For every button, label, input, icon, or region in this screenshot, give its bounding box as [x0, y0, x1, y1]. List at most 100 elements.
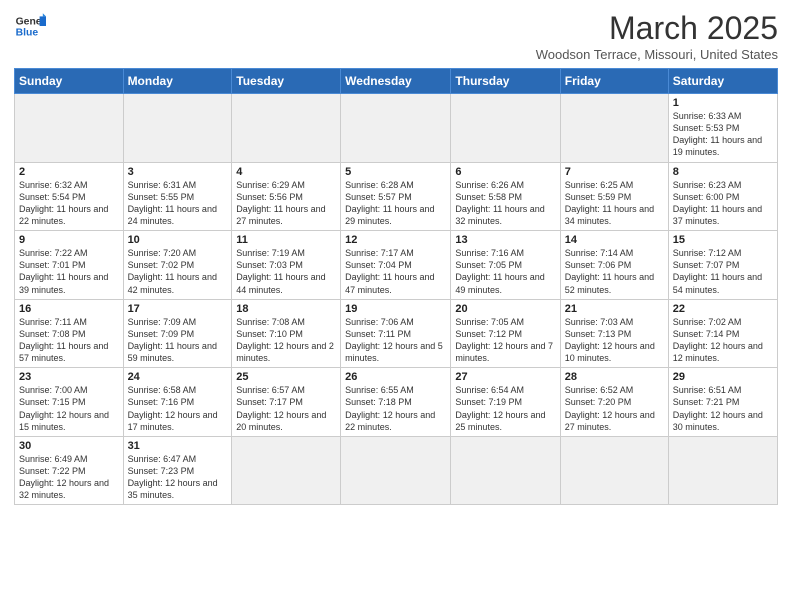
day-info: Sunrise: 6:49 AM Sunset: 7:22 PM Dayligh…	[19, 453, 119, 502]
day-info: Sunrise: 6:54 AM Sunset: 7:19 PM Dayligh…	[455, 384, 555, 433]
calendar-week-4: 16Sunrise: 7:11 AM Sunset: 7:08 PM Dayli…	[15, 299, 778, 368]
calendar-cell: 9Sunrise: 7:22 AM Sunset: 7:01 PM Daylig…	[15, 231, 124, 300]
calendar-cell	[232, 436, 341, 505]
calendar-cell: 25Sunrise: 6:57 AM Sunset: 7:17 PM Dayli…	[232, 368, 341, 437]
calendar-cell	[341, 436, 451, 505]
day-info: Sunrise: 6:31 AM Sunset: 5:55 PM Dayligh…	[128, 179, 228, 228]
calendar-cell: 2Sunrise: 6:32 AM Sunset: 5:54 PM Daylig…	[15, 162, 124, 231]
day-info: Sunrise: 6:25 AM Sunset: 5:59 PM Dayligh…	[565, 179, 664, 228]
day-number: 26	[345, 371, 446, 383]
weekday-header-thursday: Thursday	[451, 69, 560, 94]
day-number: 4	[236, 166, 336, 178]
day-info: Sunrise: 6:58 AM Sunset: 7:16 PM Dayligh…	[128, 384, 228, 433]
day-number: 5	[345, 166, 446, 178]
svg-text:Blue: Blue	[16, 28, 39, 39]
calendar-cell	[341, 94, 451, 163]
calendar-cell: 20Sunrise: 7:05 AM Sunset: 7:12 PM Dayli…	[451, 299, 560, 368]
day-number: 13	[455, 234, 555, 246]
day-number: 2	[19, 166, 119, 178]
calendar-cell: 18Sunrise: 7:08 AM Sunset: 7:10 PM Dayli…	[232, 299, 341, 368]
calendar-cell: 29Sunrise: 6:51 AM Sunset: 7:21 PM Dayli…	[668, 368, 777, 437]
day-number: 23	[19, 371, 119, 383]
calendar-cell: 17Sunrise: 7:09 AM Sunset: 7:09 PM Dayli…	[123, 299, 232, 368]
day-info: Sunrise: 7:22 AM Sunset: 7:01 PM Dayligh…	[19, 247, 119, 296]
day-info: Sunrise: 7:20 AM Sunset: 7:02 PM Dayligh…	[128, 247, 228, 296]
title-block: March 2025 Woodson Terrace, Missouri, Un…	[536, 10, 778, 62]
calendar-table: SundayMondayTuesdayWednesdayThursdayFrid…	[14, 68, 778, 505]
day-number: 18	[236, 303, 336, 315]
day-info: Sunrise: 6:26 AM Sunset: 5:58 PM Dayligh…	[455, 179, 555, 228]
calendar-cell: 11Sunrise: 7:19 AM Sunset: 7:03 PM Dayli…	[232, 231, 341, 300]
calendar-cell: 28Sunrise: 6:52 AM Sunset: 7:20 PM Dayli…	[560, 368, 668, 437]
day-number: 15	[673, 234, 773, 246]
weekday-header-saturday: Saturday	[668, 69, 777, 94]
calendar-cell	[560, 94, 668, 163]
weekday-header-row: SundayMondayTuesdayWednesdayThursdayFrid…	[15, 69, 778, 94]
day-info: Sunrise: 7:14 AM Sunset: 7:06 PM Dayligh…	[565, 247, 664, 296]
day-number: 7	[565, 166, 664, 178]
day-info: Sunrise: 7:12 AM Sunset: 7:07 PM Dayligh…	[673, 247, 773, 296]
day-info: Sunrise: 7:05 AM Sunset: 7:12 PM Dayligh…	[455, 316, 555, 365]
day-number: 28	[565, 371, 664, 383]
calendar-cell: 4Sunrise: 6:29 AM Sunset: 5:56 PM Daylig…	[232, 162, 341, 231]
calendar-cell: 15Sunrise: 7:12 AM Sunset: 7:07 PM Dayli…	[668, 231, 777, 300]
day-info: Sunrise: 6:47 AM Sunset: 7:23 PM Dayligh…	[128, 453, 228, 502]
weekday-header-monday: Monday	[123, 69, 232, 94]
day-info: Sunrise: 6:29 AM Sunset: 5:56 PM Dayligh…	[236, 179, 336, 228]
calendar-cell: 21Sunrise: 7:03 AM Sunset: 7:13 PM Dayli…	[560, 299, 668, 368]
day-number: 12	[345, 234, 446, 246]
calendar-page: General Blue March 2025 Woodson Terrace,…	[0, 0, 792, 612]
calendar-cell: 26Sunrise: 6:55 AM Sunset: 7:18 PM Dayli…	[341, 368, 451, 437]
calendar-week-6: 30Sunrise: 6:49 AM Sunset: 7:22 PM Dayli…	[15, 436, 778, 505]
day-number: 10	[128, 234, 228, 246]
day-info: Sunrise: 6:33 AM Sunset: 5:53 PM Dayligh…	[673, 110, 773, 159]
day-number: 9	[19, 234, 119, 246]
day-info: Sunrise: 6:52 AM Sunset: 7:20 PM Dayligh…	[565, 384, 664, 433]
day-info: Sunrise: 6:51 AM Sunset: 7:21 PM Dayligh…	[673, 384, 773, 433]
day-number: 19	[345, 303, 446, 315]
calendar-cell: 14Sunrise: 7:14 AM Sunset: 7:06 PM Dayli…	[560, 231, 668, 300]
logo-icon: General Blue	[14, 10, 46, 42]
calendar-cell	[560, 436, 668, 505]
day-number: 25	[236, 371, 336, 383]
calendar-cell: 8Sunrise: 6:23 AM Sunset: 6:00 PM Daylig…	[668, 162, 777, 231]
calendar-cell: 30Sunrise: 6:49 AM Sunset: 7:22 PM Dayli…	[15, 436, 124, 505]
calendar-cell: 31Sunrise: 6:47 AM Sunset: 7:23 PM Dayli…	[123, 436, 232, 505]
weekday-header-tuesday: Tuesday	[232, 69, 341, 94]
calendar-cell: 13Sunrise: 7:16 AM Sunset: 7:05 PM Dayli…	[451, 231, 560, 300]
header: General Blue March 2025 Woodson Terrace,…	[14, 10, 778, 62]
day-info: Sunrise: 6:32 AM Sunset: 5:54 PM Dayligh…	[19, 179, 119, 228]
calendar-cell: 10Sunrise: 7:20 AM Sunset: 7:02 PM Dayli…	[123, 231, 232, 300]
calendar-cell: 16Sunrise: 7:11 AM Sunset: 7:08 PM Dayli…	[15, 299, 124, 368]
day-number: 22	[673, 303, 773, 315]
calendar-week-2: 2Sunrise: 6:32 AM Sunset: 5:54 PM Daylig…	[15, 162, 778, 231]
calendar-cell: 5Sunrise: 6:28 AM Sunset: 5:57 PM Daylig…	[341, 162, 451, 231]
calendar-cell: 1Sunrise: 6:33 AM Sunset: 5:53 PM Daylig…	[668, 94, 777, 163]
day-info: Sunrise: 7:17 AM Sunset: 7:04 PM Dayligh…	[345, 247, 446, 296]
day-number: 29	[673, 371, 773, 383]
calendar-cell: 7Sunrise: 6:25 AM Sunset: 5:59 PM Daylig…	[560, 162, 668, 231]
day-number: 8	[673, 166, 773, 178]
day-number: 20	[455, 303, 555, 315]
day-number: 11	[236, 234, 336, 246]
day-number: 31	[128, 440, 228, 452]
day-number: 27	[455, 371, 555, 383]
calendar-cell	[123, 94, 232, 163]
calendar-week-5: 23Sunrise: 7:00 AM Sunset: 7:15 PM Dayli…	[15, 368, 778, 437]
calendar-cell: 24Sunrise: 6:58 AM Sunset: 7:16 PM Dayli…	[123, 368, 232, 437]
calendar-cell: 6Sunrise: 6:26 AM Sunset: 5:58 PM Daylig…	[451, 162, 560, 231]
calendar-cell	[232, 94, 341, 163]
subtitle: Woodson Terrace, Missouri, United States	[536, 47, 778, 62]
day-number: 24	[128, 371, 228, 383]
calendar-week-1: 1Sunrise: 6:33 AM Sunset: 5:53 PM Daylig…	[15, 94, 778, 163]
main-title: March 2025	[536, 10, 778, 47]
day-info: Sunrise: 6:57 AM Sunset: 7:17 PM Dayligh…	[236, 384, 336, 433]
calendar-cell: 19Sunrise: 7:06 AM Sunset: 7:11 PM Dayli…	[341, 299, 451, 368]
calendar-cell	[451, 94, 560, 163]
day-info: Sunrise: 7:19 AM Sunset: 7:03 PM Dayligh…	[236, 247, 336, 296]
day-number: 21	[565, 303, 664, 315]
calendar-cell: 23Sunrise: 7:00 AM Sunset: 7:15 PM Dayli…	[15, 368, 124, 437]
day-number: 14	[565, 234, 664, 246]
calendar-cell: 12Sunrise: 7:17 AM Sunset: 7:04 PM Dayli…	[341, 231, 451, 300]
day-number: 1	[673, 97, 773, 109]
